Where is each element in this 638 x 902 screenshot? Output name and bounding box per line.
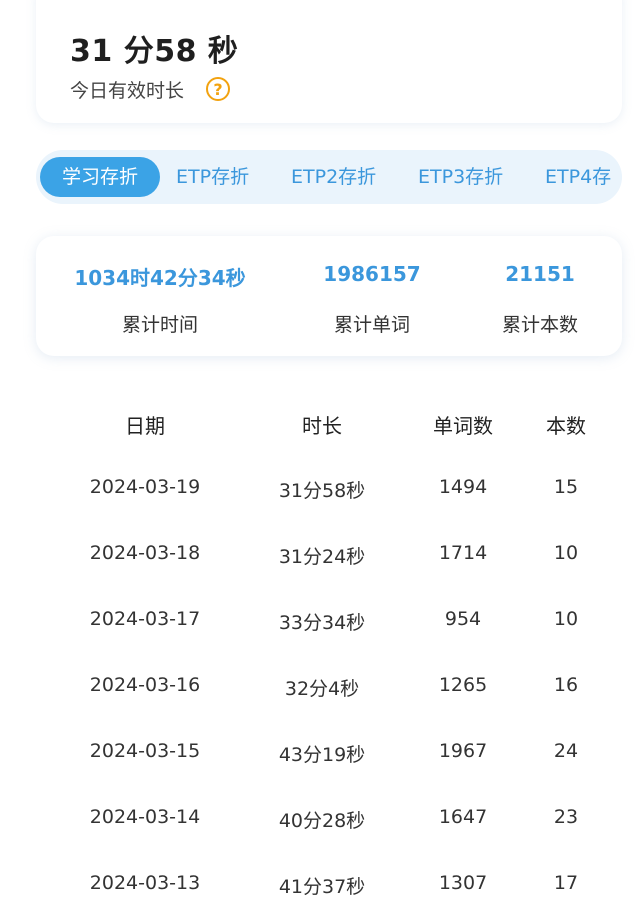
- cell-date: 2024-03-14: [89, 806, 201, 828]
- cell-books: 15: [553, 476, 579, 498]
- table-row: 2024-03-17 33分34秒 954 10: [0, 588, 638, 654]
- cell-date: 2024-03-16: [89, 674, 201, 696]
- cell-books: 17: [553, 872, 579, 894]
- today-duration-card: 31 分58 秒 今日有效时长 ?: [36, 0, 622, 123]
- cell-books: 10: [553, 608, 579, 630]
- total-time-label: 累计时间: [121, 314, 199, 336]
- cell-words: 1307: [438, 872, 488, 894]
- today-duration-label: 今日有效时长: [70, 80, 185, 102]
- header-duration: 时长: [302, 414, 342, 438]
- today-duration-value: 31 分58 秒: [70, 34, 239, 69]
- cell-words: 1647: [438, 806, 488, 828]
- cell-date: 2024-03-19: [89, 476, 201, 498]
- cell-date: 2024-03-15: [89, 740, 201, 762]
- tab-etp-passbook[interactable]: ETP存折: [176, 157, 249, 197]
- cell-books: 24: [553, 740, 579, 762]
- question-circle-icon[interactable]: ?: [206, 77, 230, 101]
- tab-study-passbook[interactable]: 学习存折: [40, 157, 160, 197]
- total-time-value: 1034时42分34秒: [74, 266, 246, 290]
- table-row: 2024-03-15 43分19秒 1967 24: [0, 720, 638, 786]
- cell-words: 954: [444, 608, 482, 630]
- table-row: 2024-03-14 40分28秒 1647 23: [0, 786, 638, 852]
- passbook-tabs: 学习存折 ETP存折 ETP2存折 ETP3存折 ETP4存: [36, 150, 622, 204]
- cell-duration: 31分58秒: [278, 480, 366, 502]
- cell-books: 10: [553, 542, 579, 564]
- total-books-value: 21151: [505, 262, 575, 286]
- cell-books: 16: [553, 674, 579, 696]
- cell-duration: 43分19秒: [278, 744, 366, 766]
- cell-words: 1494: [438, 476, 488, 498]
- table-row: 2024-03-19 31分58秒 1494 15: [0, 456, 638, 522]
- header-date: 日期: [125, 414, 165, 438]
- cell-duration: 41分37秒: [278, 876, 366, 898]
- total-books-label: 累计本数: [501, 314, 579, 336]
- cell-words: 1714: [438, 542, 488, 564]
- cell-duration: 32分4秒: [284, 678, 360, 700]
- summary-card: 1034时42分34秒 累计时间 1986157 累计单词 21151 累计本数: [36, 236, 622, 356]
- cell-date: 2024-03-13: [89, 872, 201, 894]
- tab-etp4-passbook[interactable]: ETP4存: [545, 157, 611, 197]
- cell-date: 2024-03-18: [89, 542, 201, 564]
- table-row: 2024-03-18 31分24秒 1714 10: [0, 522, 638, 588]
- total-words-label: 累计单词: [333, 314, 411, 336]
- header-words: 单词数: [433, 414, 493, 438]
- cell-books: 23: [553, 806, 579, 828]
- cell-date: 2024-03-17: [89, 608, 201, 630]
- cell-words: 1265: [438, 674, 488, 696]
- header-books: 本数: [546, 414, 586, 438]
- tab-etp3-passbook[interactable]: ETP3存折: [418, 157, 503, 197]
- table-row: 2024-03-13 41分37秒 1307 17: [0, 852, 638, 902]
- total-words-value: 1986157: [323, 262, 421, 286]
- tab-etp2-passbook[interactable]: ETP2存折: [291, 157, 376, 197]
- cell-duration: 31分24秒: [278, 546, 366, 568]
- cell-words: 1967: [438, 740, 488, 762]
- cell-duration: 40分28秒: [278, 810, 366, 832]
- page: 31 分58 秒 今日有效时长 ? 学习存折 ETP存折 ETP2存折 ETP3…: [0, 0, 638, 902]
- cell-duration: 33分34秒: [278, 612, 366, 634]
- table-row: 2024-03-16 32分4秒 1265 16: [0, 654, 638, 720]
